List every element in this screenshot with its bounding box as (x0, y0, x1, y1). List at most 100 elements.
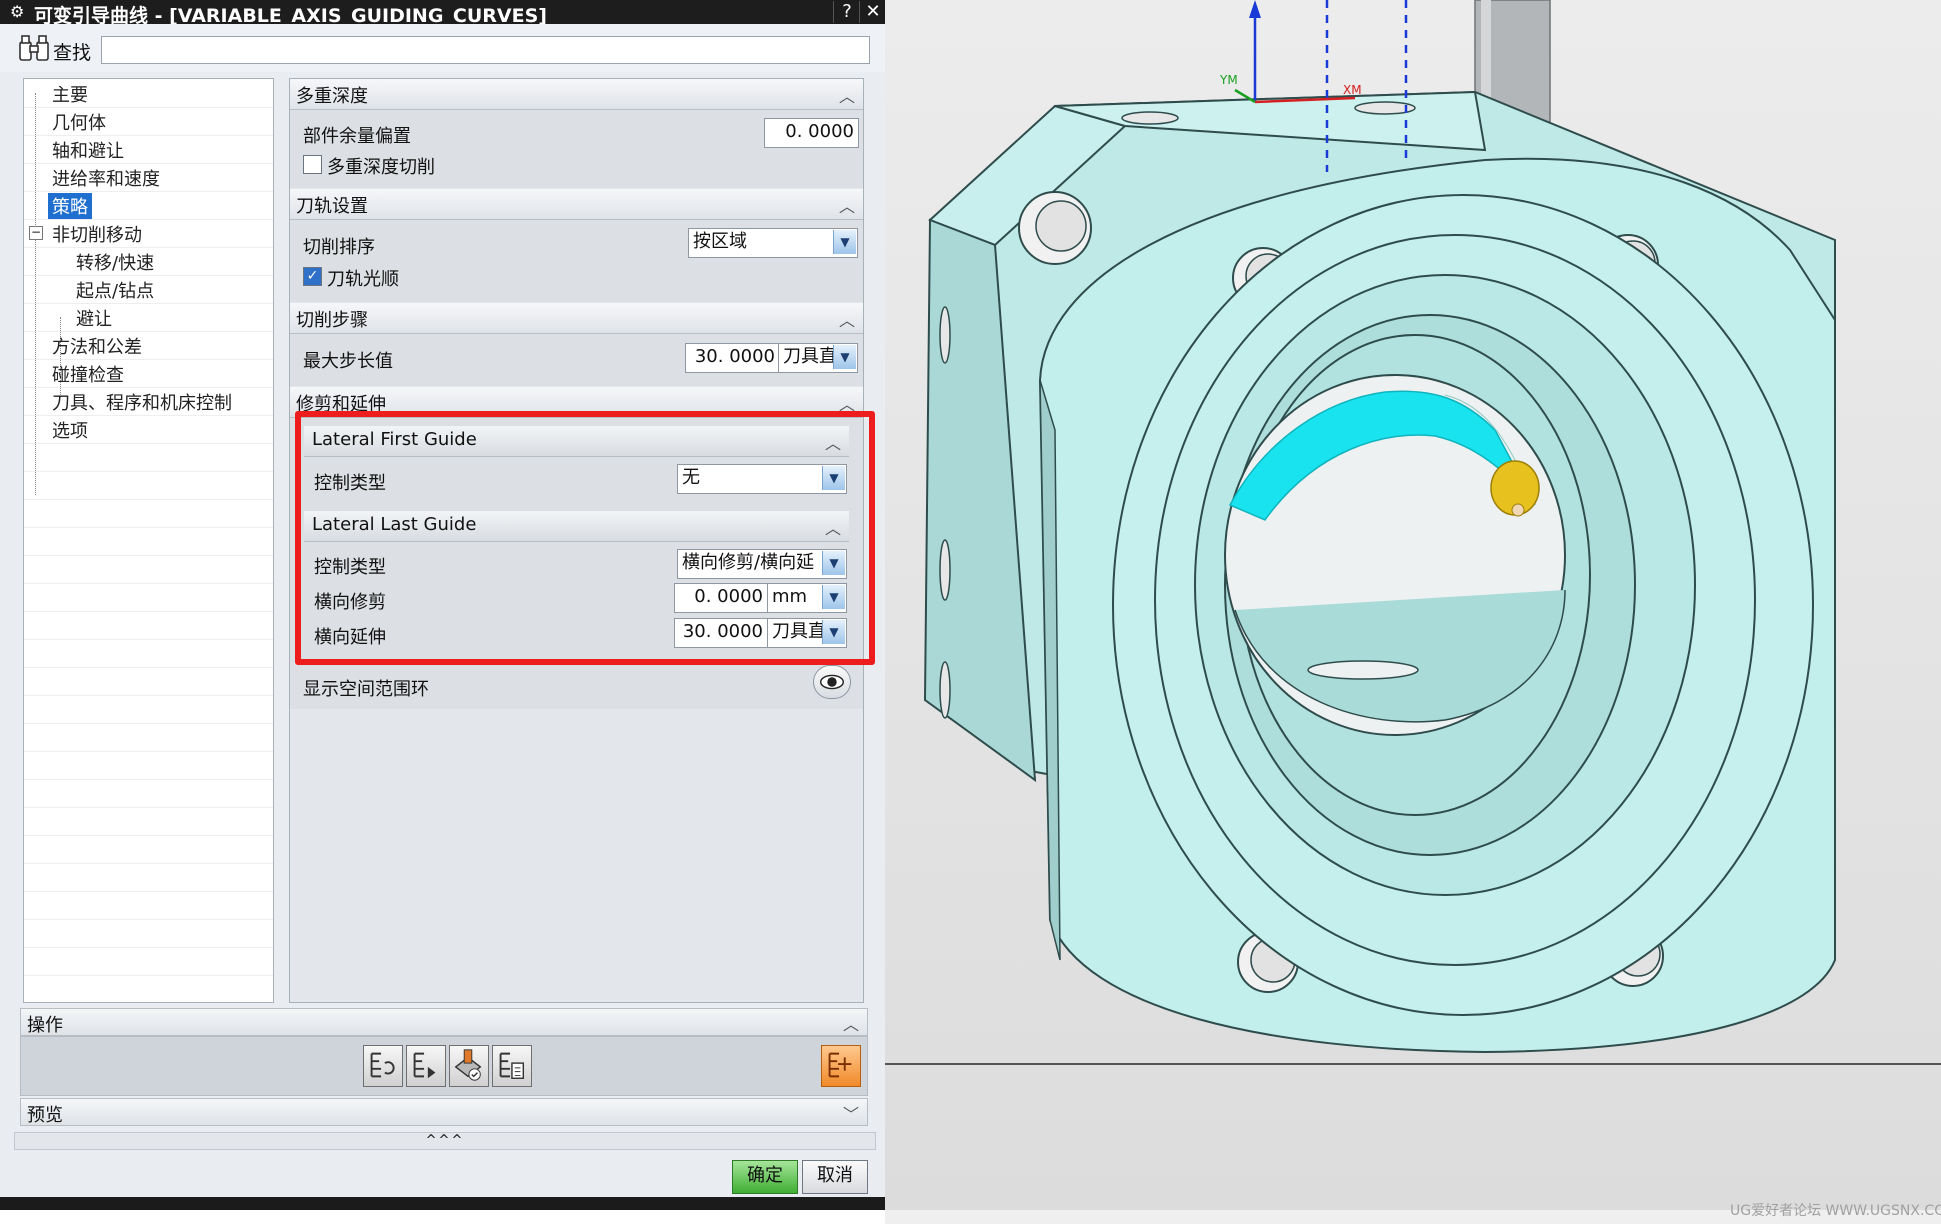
tree-item-transfer-rapid[interactable]: 转移/快速 (24, 247, 273, 276)
tree-empty-row (24, 639, 273, 668)
tree-empty-row (24, 443, 273, 472)
chevron-up-icon[interactable]: ︿ (843, 1011, 859, 1035)
output-icon[interactable] (821, 1045, 861, 1087)
group-path-settings-header[interactable]: 刀轨设置 ︿ (290, 189, 863, 220)
tree-empty-row (24, 695, 273, 724)
max-step-label: 最大步长值 (303, 351, 393, 372)
tree-empty-row (24, 891, 273, 920)
part-model: YM XM (885, 0, 1941, 1065)
operations-header[interactable]: 操作 ︿ (20, 1008, 868, 1036)
group-multi-depth-body: 部件余量偏置 0. 0000 多重深度切削 (290, 110, 863, 188)
chevron-up-icon[interactable]: ︿ (839, 83, 855, 107)
group-cut-step-body: 最大步长值 30. 0000 刀具直 ▼ (290, 334, 863, 386)
tree-item-label: 碰撞检查 (52, 365, 124, 386)
group-title: 刀轨设置 (296, 196, 368, 217)
tree-empty-row (24, 611, 273, 640)
list-icon[interactable] (492, 1045, 532, 1087)
tree-item-label: 方法和公差 (52, 337, 142, 358)
highlight-box (295, 411, 875, 665)
eye-icon[interactable] (813, 665, 851, 699)
tree-item-label: 进给率和速度 (52, 169, 160, 190)
tree-item-label: 几何体 (52, 113, 106, 134)
graphics-viewport[interactable]: YM XM (885, 0, 1941, 1224)
verify-icon[interactable] (449, 1045, 489, 1087)
tree-item-label: 主要 (52, 85, 88, 106)
collapse-icon[interactable]: − (29, 226, 43, 240)
group-title: 切削步骤 (296, 310, 368, 331)
max-step-unit-select[interactable]: 刀具直 ▼ (778, 343, 858, 373)
tree-item-label: 避让 (76, 309, 112, 330)
tree-empty-row (24, 583, 273, 612)
tree-item-collision-check[interactable]: 碰撞检查 (24, 359, 273, 388)
tree-item-non-cutting-moves[interactable]: − 非切削移动 (24, 219, 273, 248)
tree-item-axis-avoidance[interactable]: 轴和避让 (24, 135, 273, 164)
tree-item-geometry[interactable]: 几何体 (24, 107, 273, 136)
expand-more-bar[interactable]: ^^^ (14, 1132, 876, 1150)
tree-empty-row (24, 863, 273, 892)
max-step-field[interactable]: 30. 0000 (685, 343, 780, 373)
close-button[interactable]: ✕ (859, 1, 886, 23)
tree-item-label: 非切削移动 (52, 225, 142, 246)
cut-order-value: 按区域 (693, 231, 747, 252)
tree-item-label: 刀具、程序和机床控制 (52, 393, 232, 414)
tree-item-label: 选项 (52, 421, 88, 442)
group-path-settings-body: 切削排序 按区域 ▼ ✓ 刀轨光顺 (290, 220, 863, 302)
cancel-button[interactable]: 取消 (802, 1160, 868, 1194)
preview-header[interactable]: 预览 ﹀ (20, 1098, 868, 1126)
group-cut-step-header[interactable]: 切削步骤 ︿ (290, 303, 863, 334)
tree-empty-row (24, 919, 273, 948)
tree-empty-row (24, 779, 273, 808)
group-multi-depth-header[interactable]: 多重深度 ︿ (290, 79, 863, 110)
dialog-titlebar[interactable]: ⚙ 可变引导曲线 - [VARIABLE_AXIS_GUIDING_CURVES… (0, 0, 886, 27)
tree-empty-row (24, 947, 273, 976)
replay-icon[interactable] (406, 1045, 446, 1087)
chevron-up-icon[interactable]: ︿ (839, 193, 855, 217)
tree-item-label: 策略 (48, 193, 92, 219)
tree-item-start-drill-points[interactable]: 起点/钻点 (24, 275, 273, 304)
preview-title: 预览 (27, 1105, 63, 1126)
chevron-down-icon[interactable]: ▼ (833, 230, 856, 254)
find-label: 查找 (53, 42, 92, 64)
operations-body (20, 1036, 868, 1096)
tree-item-tool-program-machine[interactable]: 刀具、程序和机床控制 (24, 387, 273, 416)
multi-depth-cut-checkbox[interactable] (303, 155, 322, 174)
dialog-window: ⚙ 可变引导曲线 - [VARIABLE_AXIS_GUIDING_CURVES… (0, 0, 885, 1210)
smooth-path-checkbox[interactable]: ✓ (303, 267, 322, 286)
group-title: 多重深度 (296, 86, 368, 107)
chevron-down-icon[interactable]: ﹀ (843, 1101, 859, 1125)
find-input[interactable] (101, 36, 870, 64)
ok-button[interactable]: 确定 (732, 1160, 798, 1194)
part-offset-label: 部件余量偏置 (303, 126, 411, 147)
tree-empty-row (24, 807, 273, 836)
tree-empty-row (24, 527, 273, 556)
cut-order-label: 切削排序 (303, 237, 375, 258)
tree-empty-row (24, 667, 273, 696)
generate-icon[interactable] (363, 1045, 403, 1087)
navigation-tree: 主要 几何体 轴和避让 进给率和速度 策略 − 非切削移动 转移/快速 起点/钻… (23, 78, 274, 1003)
operations-title: 操作 (27, 1015, 63, 1036)
tree-empty-row (24, 499, 273, 528)
multi-depth-cut-label: 多重深度切削 (327, 157, 435, 178)
part-offset-field[interactable]: 0. 0000 (764, 118, 859, 148)
tree-empty-row (24, 555, 273, 584)
tree-item-main[interactable]: 主要 (24, 79, 273, 108)
find-bar: 查找 (0, 24, 885, 72)
help-button[interactable]: ? (833, 1, 860, 23)
smooth-path-label: 刀轨光顺 (327, 269, 399, 290)
tree-item-label: 转移/快速 (76, 253, 155, 274)
dialog-bottom-border (0, 1197, 885, 1210)
tree-item-feeds-speeds[interactable]: 进给率和速度 (24, 163, 273, 192)
watermark-text: UG爱好者论坛 WWW.UGSNX.COM (1730, 1203, 1941, 1219)
tree-item-options[interactable]: 选项 (24, 415, 273, 444)
tree-item-strategy[interactable]: 策略 (24, 191, 273, 220)
cut-order-select[interactable]: 按区域 ▼ (688, 228, 858, 258)
tree-empty-row (24, 751, 273, 780)
gear-icon[interactable]: ⚙ (10, 2, 24, 21)
binoculars-icon (19, 35, 49, 61)
axis-label-y: YM (1219, 73, 1238, 87)
chevron-up-icon[interactable]: ︿ (839, 307, 855, 331)
chevron-down-icon[interactable]: ▼ (833, 345, 856, 369)
tree-item-avoidance[interactable]: 避让 (24, 303, 273, 332)
tree-empty-row (24, 835, 273, 864)
tree-item-method-tolerance[interactable]: 方法和公差 (24, 331, 273, 360)
